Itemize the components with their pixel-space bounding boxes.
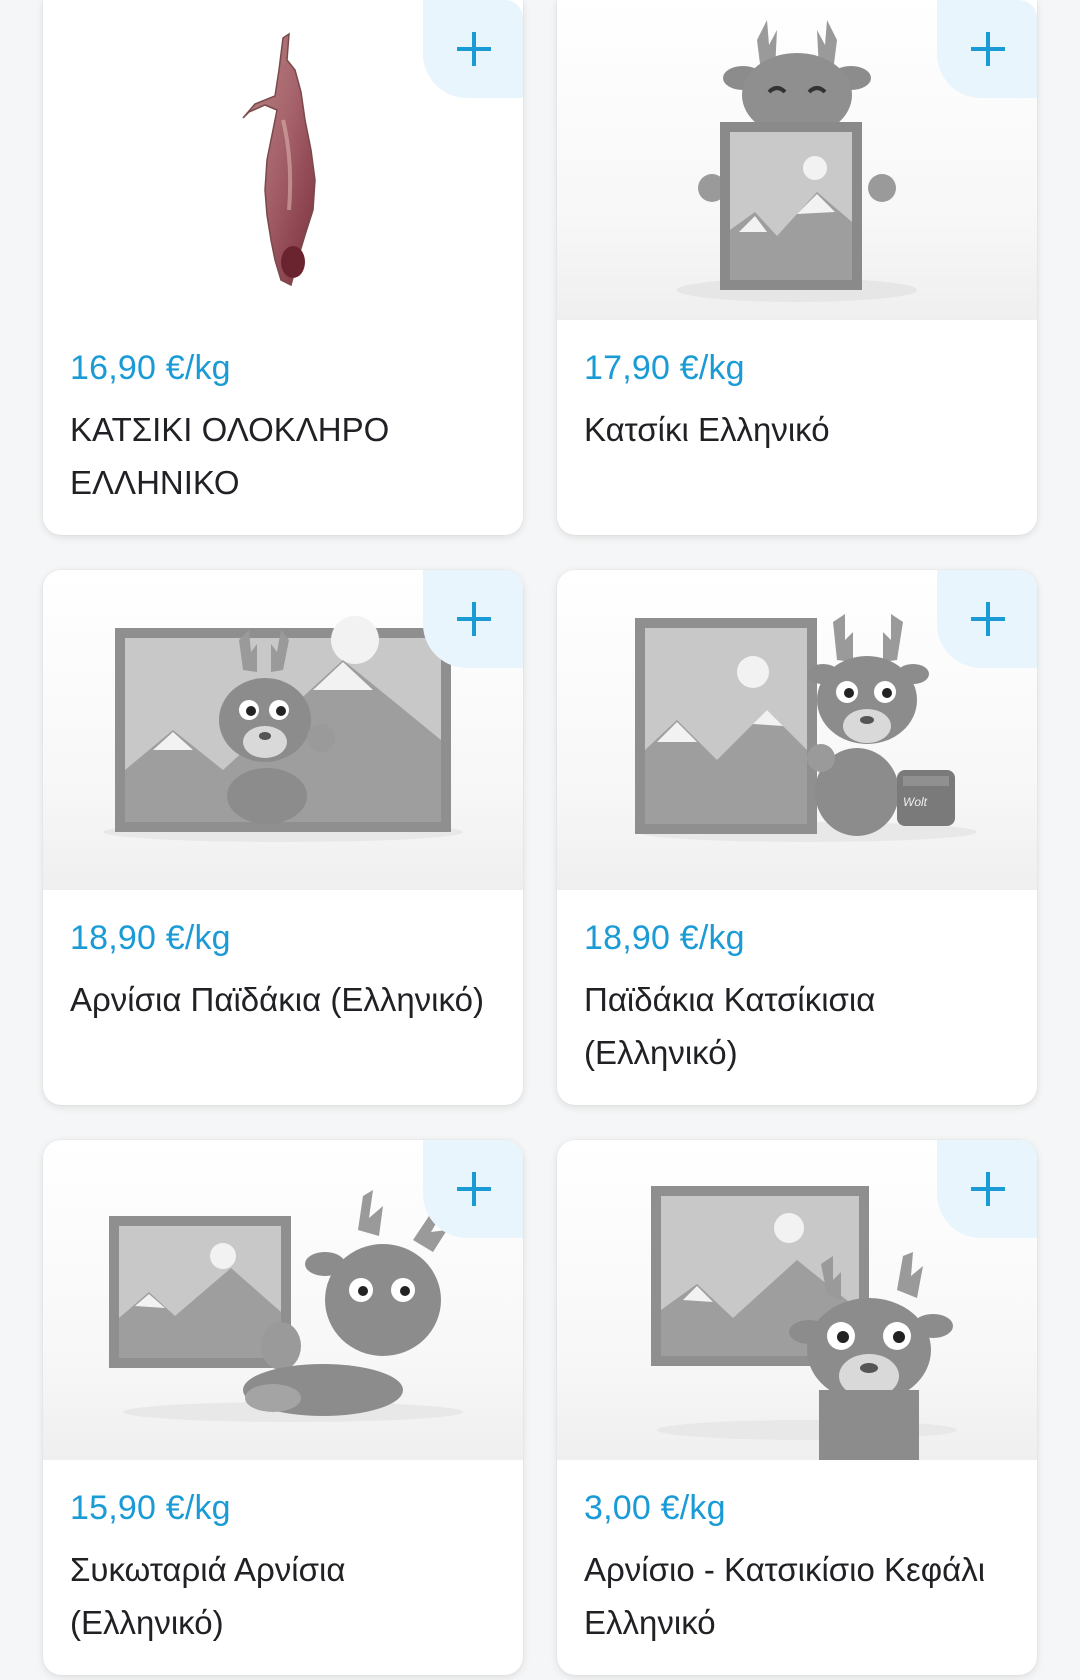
product-price: 17,90 €/kg — [584, 349, 745, 387]
product-price: 16,90 €/kg — [70, 349, 231, 387]
product-grid: 16,90 €/kg ΚΑΤΣΙΚΙ ΟΛΟΚΛΗΡΟ ΕΛΛΗΝΙΚΟ 17,… — [0, 0, 1080, 1680]
product-name: Συκωταριά Αρνίσια (Ελληνικό) — [70, 1551, 346, 1641]
product-name: Αρνίσιο - Κατσικίσιο Κεφάλι Ελληνικό — [584, 1551, 986, 1641]
plus-icon — [971, 32, 1005, 66]
plus-icon — [971, 602, 1005, 636]
add-to-cart-button[interactable] — [937, 570, 1037, 668]
plus-icon — [971, 1172, 1005, 1206]
product-card[interactable]: 15,90 €/kg Συκωταριά Αρνίσια (Ελληνικό) — [43, 1140, 523, 1675]
product-price: 15,90 €/kg — [70, 1489, 231, 1527]
product-card[interactable]: 17,90 €/kg Κατσίκι Ελληνικό — [557, 0, 1037, 535]
product-name: ΚΑΤΣΙΚΙ ΟΛΟΚΛΗΡΟ ΕΛΛΗΝΙΚΟ — [70, 411, 390, 501]
plus-icon — [457, 1172, 491, 1206]
product-name: Κατσίκι Ελληνικό — [584, 411, 830, 448]
svg-text:Wolt: Wolt — [903, 795, 928, 809]
product-card[interactable]: 3,00 €/kg Αρνίσιο - Κατσικίσιο Κεφάλι Ελ… — [557, 1140, 1037, 1675]
add-to-cart-button[interactable] — [937, 0, 1037, 98]
product-name: Παϊδάκια Κατσίκισια (Ελληνικό) — [584, 981, 876, 1071]
product-price: 18,90 €/kg — [70, 919, 231, 957]
add-to-cart-button[interactable] — [937, 1140, 1037, 1238]
plus-icon — [457, 32, 491, 66]
product-card[interactable]: 18,90 €/kg Αρνίσια Παϊδάκια (Ελληνικό) — [43, 570, 523, 1105]
add-to-cart-button[interactable] — [423, 1140, 523, 1238]
product-card[interactable]: Wolt 18,90 €/kg Παϊδάκια Κατσίκισια (Ελλ… — [557, 570, 1037, 1105]
product-price: 3,00 €/kg — [584, 1489, 726, 1527]
product-name: Αρνίσια Παϊδάκια (Ελληνικό) — [70, 981, 484, 1018]
add-to-cart-button[interactable] — [423, 570, 523, 668]
product-price: 18,90 €/kg — [584, 919, 745, 957]
plus-icon — [457, 602, 491, 636]
add-to-cart-button[interactable] — [423, 0, 523, 98]
product-card[interactable]: 16,90 €/kg ΚΑΤΣΙΚΙ ΟΛΟΚΛΗΡΟ ΕΛΛΗΝΙΚΟ — [43, 0, 523, 535]
